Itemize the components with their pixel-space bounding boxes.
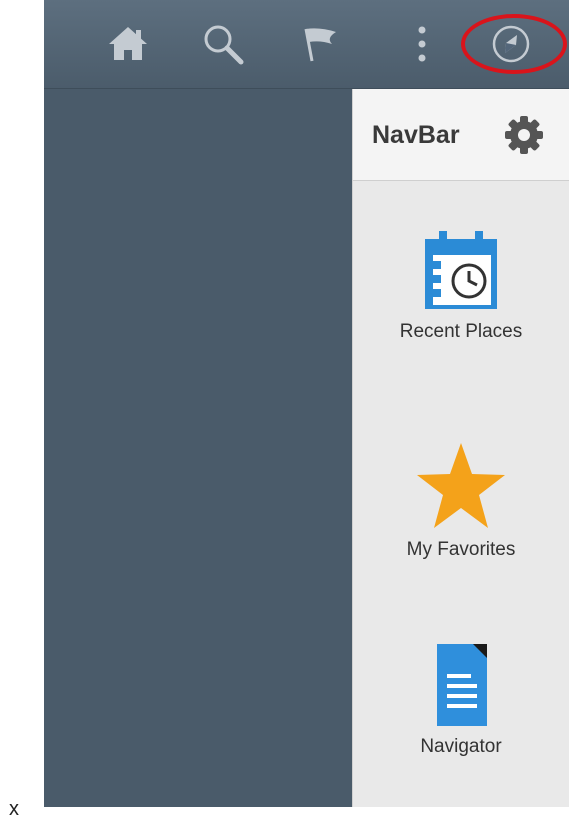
flag-icon[interactable] [298,22,342,66]
home-icon[interactable] [106,22,150,66]
calendar-clock-icon [425,231,497,309]
nav-item-label: Navigator [420,736,502,757]
nav-item-navigator[interactable]: Navigator [353,642,569,758]
document-icon [437,644,487,726]
header-bar [44,0,569,89]
nav-item-label: My Favorites [406,539,516,560]
highlight-circle [461,14,567,74]
star-icon [417,443,505,528]
x-mark: x [9,798,19,820]
more-vertical-icon[interactable] [400,22,444,66]
search-icon[interactable] [201,22,245,66]
content-area [44,89,352,807]
nav-item-label: Recent Places [399,321,523,342]
navbar-title: NavBar [372,121,460,149]
navbar-panel: NavBar Recent Places My Favorites Naviga… [352,89,569,807]
app-window: NavBar Recent Places My Favorites Naviga… [44,0,569,807]
nav-item-my-favorites[interactable]: My Favorites [353,441,569,561]
gear-icon[interactable] [503,114,545,156]
navbar-header: NavBar [353,89,569,181]
nav-item-recent-places[interactable]: Recent Places [353,229,569,343]
